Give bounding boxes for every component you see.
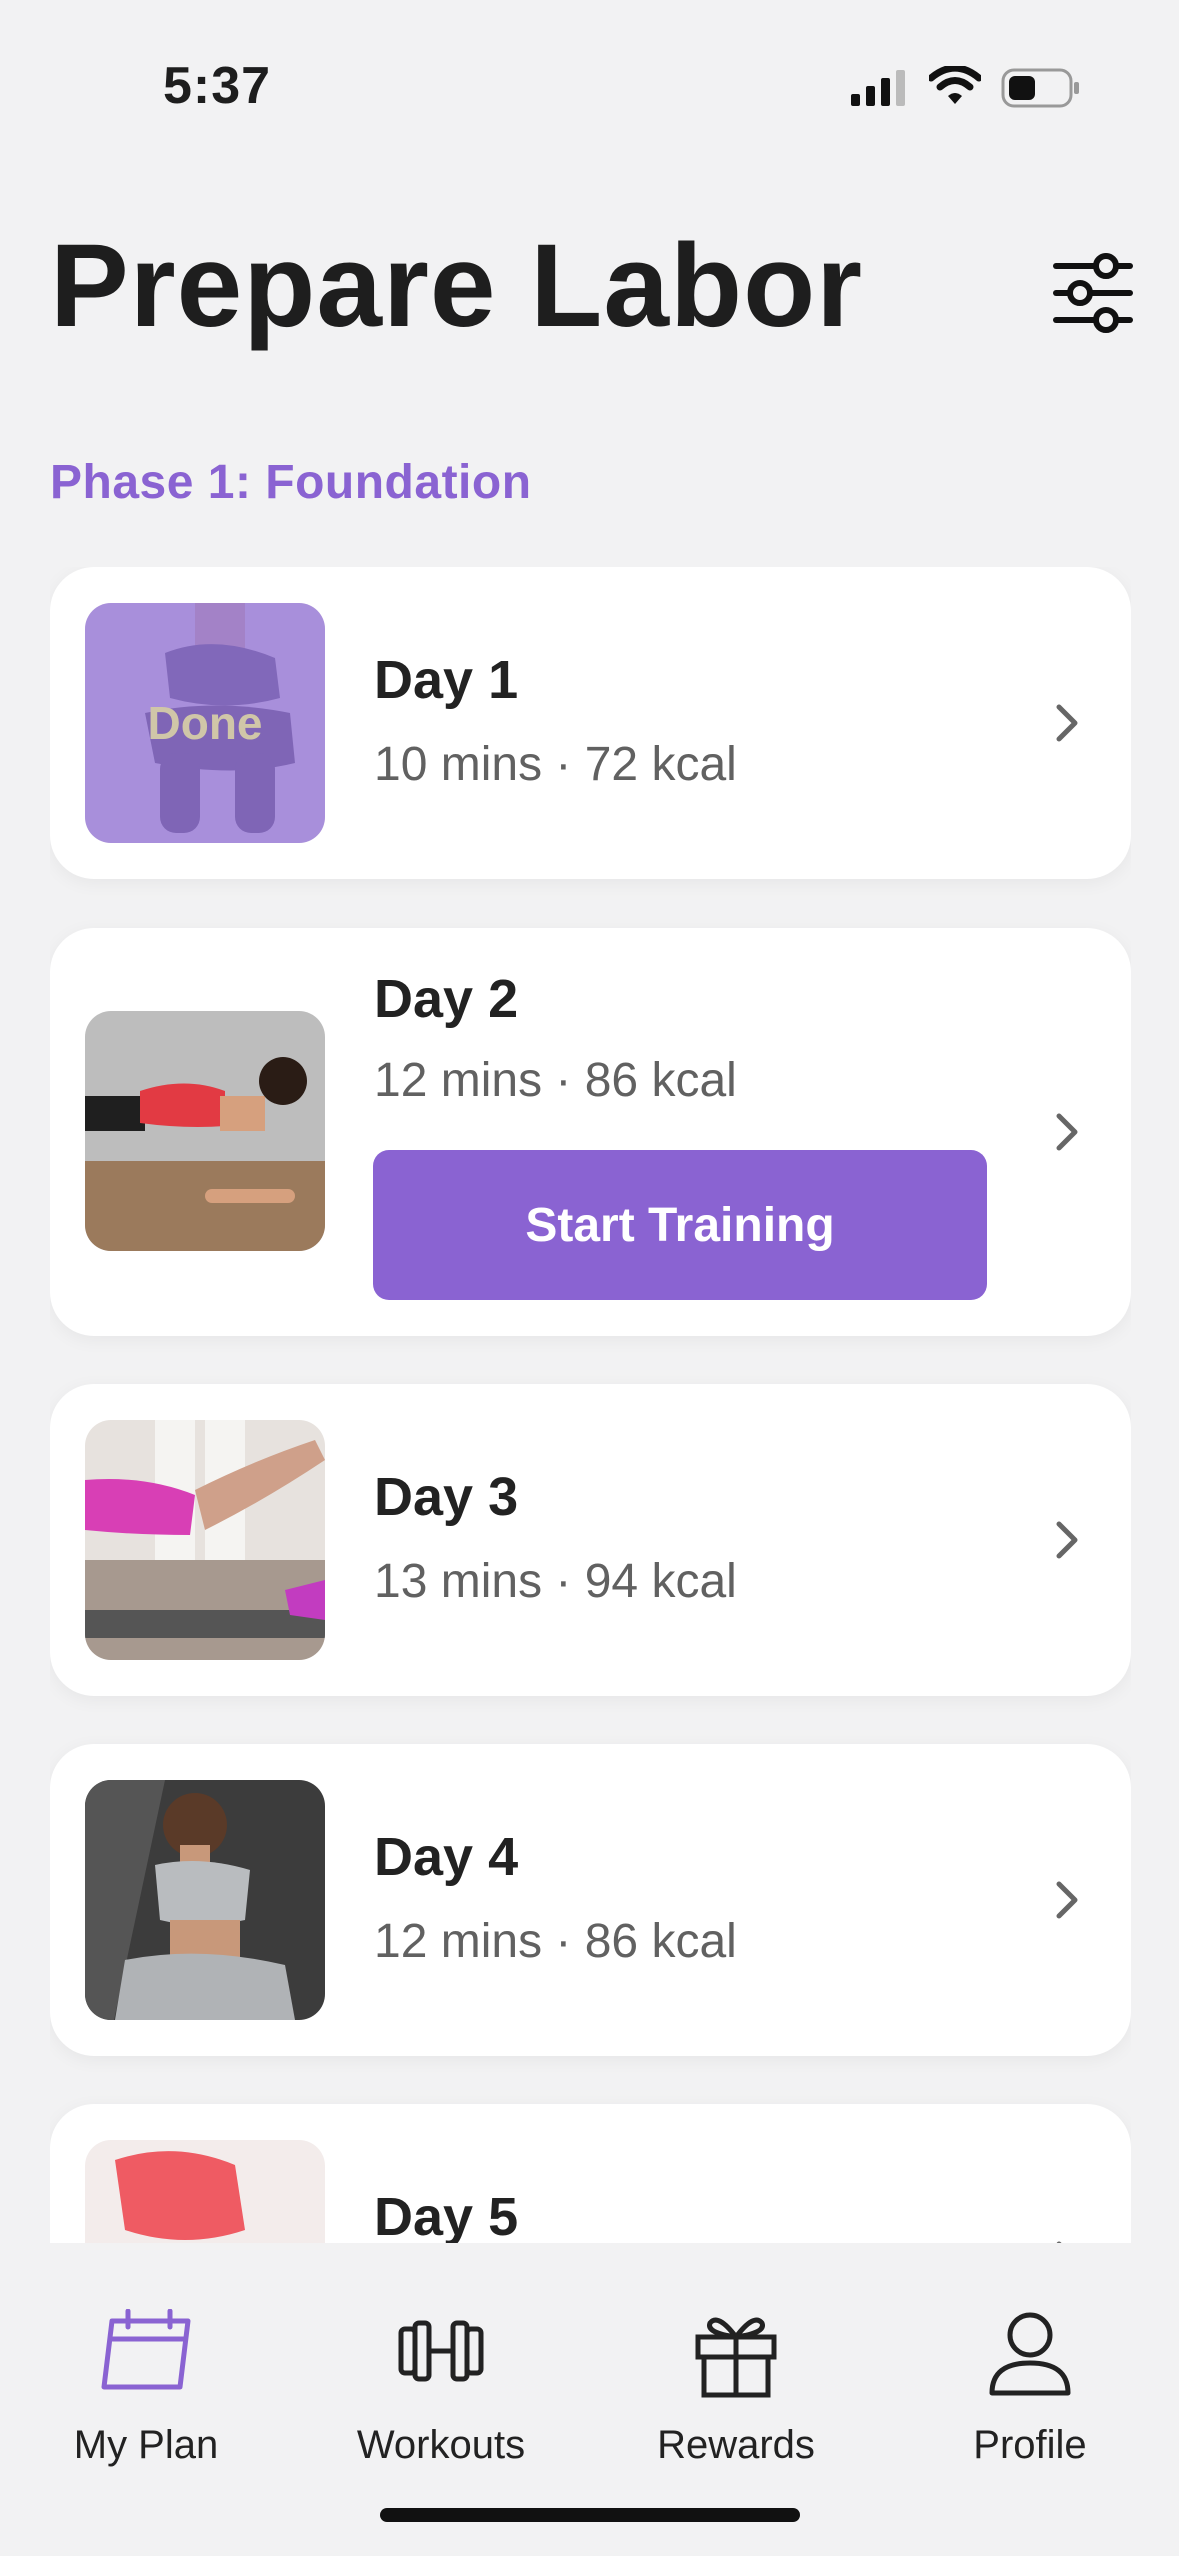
day-card-1[interactable]: Done Day 1 10 mins · 72 kcal <box>50 567 1131 879</box>
sliders-icon <box>1053 253 1133 333</box>
day-meta: 13 mins · 94 kcal <box>374 1555 737 1608</box>
day-list: Done Day 1 10 mins · 72 kcal Day 2 12 mi… <box>50 567 1131 2243</box>
calendar-icon <box>101 2309 191 2390</box>
day-card-3[interactable]: Day 3 13 mins · 94 kcal <box>50 1384 1131 1696</box>
day-meta: 12 mins · 86 kcal <box>374 1054 737 1107</box>
day-1-thumbnail: Done <box>85 603 325 843</box>
tab-label: Rewards <box>657 2423 815 2467</box>
day-card-4[interactable]: Day 4 12 mins · 86 kcal <box>50 1744 1131 2056</box>
done-badge: Done <box>85 603 325 843</box>
day-card-5[interactable]: Day 5 <box>50 2104 1131 2243</box>
day-meta: 12 mins · 86 kcal <box>374 1915 737 1968</box>
wifi-icon <box>929 66 981 104</box>
tab-rewards[interactable]: Rewards <box>606 2243 866 2493</box>
tab-my-plan[interactable]: My Plan <box>16 2243 276 2493</box>
day-4-thumbnail <box>85 1780 325 2020</box>
home-indicator <box>380 2508 800 2522</box>
tab-label: My Plan <box>73 2423 219 2467</box>
chevron-right-icon <box>1056 1521 1078 1559</box>
day-title: Day 3 <box>374 1467 519 1527</box>
day-title: Day 2 <box>374 969 519 1029</box>
chevron-right-icon <box>1056 704 1078 742</box>
day-2-thumbnail <box>85 1011 325 1251</box>
start-training-button[interactable]: Start Training <box>373 1150 987 1300</box>
tab-label: Workouts <box>356 2423 526 2467</box>
signal-icon <box>851 70 905 106</box>
day-title: Day 4 <box>374 1827 519 1887</box>
tab-workouts[interactable]: Workouts <box>311 2243 571 2493</box>
person-icon <box>989 2312 1071 2396</box>
dumbbell-icon <box>398 2320 484 2382</box>
tab-label: Profile <box>973 2423 1087 2467</box>
day-title: Day 5 <box>374 2187 519 2243</box>
screen: 5:37 Prepare Labor Phase 1: Foundation D… <box>0 0 1179 2556</box>
day-meta: 10 mins · 72 kcal <box>374 738 737 791</box>
day-5-thumbnail <box>85 2140 325 2243</box>
tab-profile[interactable]: Profile <box>900 2243 1160 2493</box>
status-time: 5:37 <box>163 57 272 115</box>
gift-icon <box>695 2317 777 2398</box>
battery-icon <box>1001 68 1079 108</box>
day-3-thumbnail <box>85 1420 325 1660</box>
chevron-right-icon <box>1056 1113 1078 1151</box>
day-title: Day 1 <box>374 650 519 710</box>
day-card-2[interactable]: Day 2 12 mins · 86 kcal Start Training <box>50 928 1131 1336</box>
filter-button[interactable] <box>1048 248 1138 338</box>
phase-label: Phase 1: Foundation <box>50 456 532 509</box>
chevron-right-icon <box>1056 1881 1078 1919</box>
page-title: Prepare Labor <box>50 220 864 352</box>
